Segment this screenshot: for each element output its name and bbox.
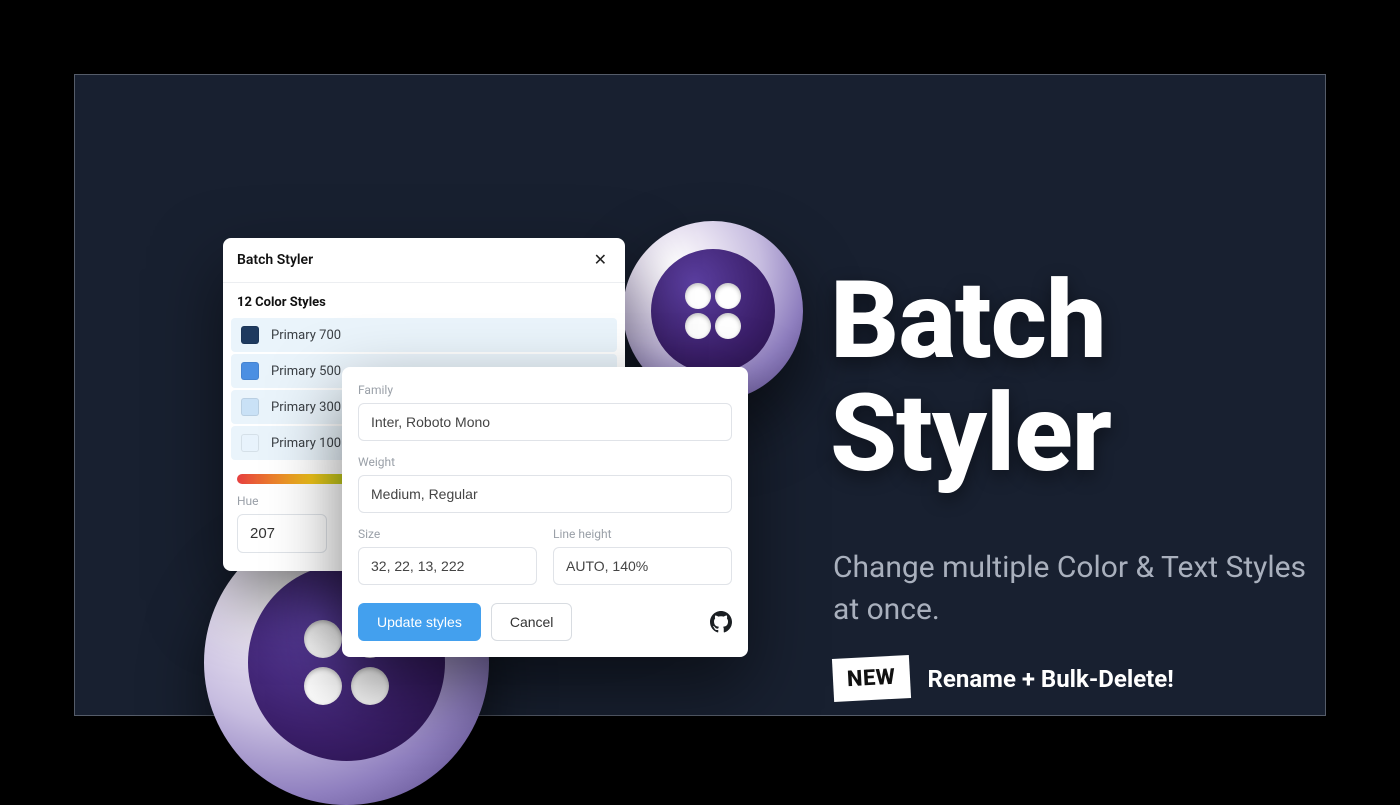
size-input[interactable] — [358, 547, 537, 585]
color-style-item[interactable]: Primary 700 — [231, 318, 617, 352]
cancel-button[interactable]: Cancel — [491, 603, 573, 641]
github-icon[interactable] — [710, 611, 732, 633]
weight-label: Weight — [358, 455, 732, 469]
color-swatch — [241, 398, 259, 416]
new-badge: NEW — [832, 655, 911, 702]
hero-title-line2: Styler — [830, 378, 1111, 491]
typography-panel: Family Weight Size Line height Update st… — [342, 367, 748, 657]
lineheight-input[interactable] — [553, 547, 732, 585]
promo-frame: Batch Styler Change multiple Color & Tex… — [74, 74, 1326, 716]
hero-title-line1: Batch — [830, 265, 1111, 378]
family-input[interactable] — [358, 403, 732, 441]
close-icon[interactable]: ✕ — [590, 250, 611, 270]
lineheight-label: Line height — [553, 527, 732, 541]
weight-input[interactable] — [358, 475, 732, 513]
hero-new-row: NEW Rename + Bulk-Delete! — [833, 657, 1174, 700]
update-styles-button[interactable]: Update styles — [358, 603, 481, 641]
hero-subtitle: Change multiple Color & Text Styles at o… — [833, 547, 1333, 631]
size-label: Size — [358, 527, 537, 541]
panel-title: Batch Styler — [237, 252, 313, 268]
new-feature-text: Rename + Bulk-Delete! — [928, 665, 1174, 693]
color-swatch — [241, 326, 259, 344]
hero-title: Batch Styler — [830, 265, 1111, 492]
color-styles-count: 12 Color Styles — [223, 283, 625, 318]
color-style-label: Primary 700 — [271, 328, 341, 343]
color-swatch — [241, 434, 259, 452]
color-style-label: Primary 300 — [271, 400, 341, 415]
hue-input[interactable] — [237, 514, 327, 553]
color-style-label: Primary 100 — [271, 436, 341, 451]
color-swatch — [241, 362, 259, 380]
color-style-label: Primary 500 — [271, 364, 341, 379]
panel-header: Batch Styler ✕ — [223, 238, 625, 283]
family-label: Family — [358, 383, 732, 397]
